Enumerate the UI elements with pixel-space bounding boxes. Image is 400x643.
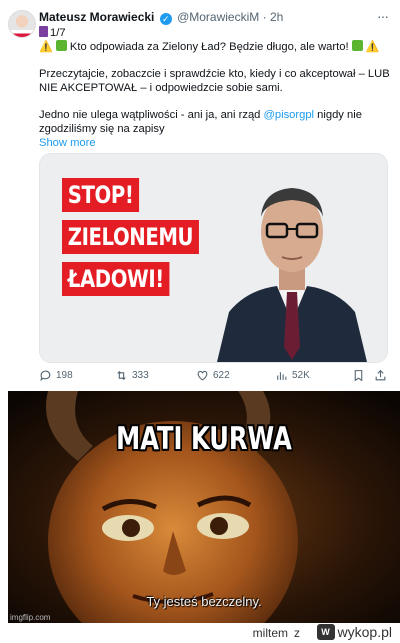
- mention-link[interactable]: @pisorgpl: [264, 109, 315, 121]
- tweet-line-2: ⚠️ Kto odpowiada za Zielony Ład? Będzie …: [39, 40, 391, 54]
- tweet-actions: 198 333 622 52K: [39, 369, 386, 385]
- heart-icon: [197, 370, 208, 381]
- tweet-text: 1/7 ⚠️ Kto odpowiada za Zielony Ład? Będ…: [39, 26, 391, 150]
- views-button[interactable]: 52K: [275, 369, 310, 382]
- show-more-link[interactable]: Show more: [39, 136, 391, 150]
- share-icon: [375, 369, 386, 381]
- wykop-logo[interactable]: W wykop.pl: [316, 624, 392, 640]
- para3-text-a: Jedno nie ulega wątpliwości - ani ja, an…: [39, 109, 264, 121]
- bookmark-icon: [354, 370, 363, 382]
- tweet-paragraph-3: Jedno nie ulega wątpliwości - ani ja, an…: [39, 108, 391, 136]
- bookmark-button[interactable]: [352, 369, 365, 382]
- like-count: 622: [213, 370, 230, 381]
- retweet-count: 333: [132, 370, 149, 381]
- media-text-zielonemu: ZIELONEMU: [62, 220, 199, 254]
- author-handle[interactable]: @MorawieckiM: [177, 10, 259, 24]
- more-options-icon[interactable]: ···: [377, 8, 389, 24]
- meme-subtitle: Ty jesteś bezczelny.: [146, 594, 262, 609]
- like-button[interactable]: 622: [196, 369, 230, 382]
- meme-image: MATI KURWA Ty jesteś bezczelny. imgflip.…: [8, 391, 400, 623]
- share-button[interactable]: [374, 369, 387, 382]
- footer-username[interactable]: miltem: [253, 626, 288, 640]
- retweet-button[interactable]: 333: [115, 369, 149, 382]
- portrait-illustration: [217, 188, 367, 362]
- reply-button[interactable]: 198: [39, 369, 73, 382]
- book-emoji-icon: [39, 26, 48, 37]
- views-count: 52K: [292, 370, 310, 381]
- avatar[interactable]: [8, 10, 36, 38]
- footer-from-label: z: [294, 626, 300, 640]
- tweet-line-1: 1/7: [39, 26, 391, 40]
- reply-icon: [40, 370, 51, 382]
- footer-bar: miltem z W wykop.pl: [0, 623, 400, 643]
- media-text-ladowi: ŁADOWI!: [62, 262, 170, 296]
- wykop-logo-text: wykop.pl: [337, 624, 392, 640]
- tweet-card: Mateusz Morawiecki ✓ @MorawieckiM · 2h ·…: [0, 0, 400, 387]
- verified-badge-icon: ✓: [159, 13, 172, 25]
- green-square-emoji-icon: [351, 40, 363, 51]
- warning-emoji-icon: ⚠️: [39, 41, 53, 53]
- media-text-stop: STOP!: [62, 178, 140, 212]
- separator-dot: ·: [262, 10, 267, 24]
- tweet-headline: Kto odpowiada za Zielony Ład? Będzie dłu…: [69, 41, 349, 53]
- wykop-logo-icon: W: [316, 624, 335, 640]
- tweet-paragraph-2: Przeczytajcie, zobaczcie i sprawdźcie kt…: [39, 68, 390, 94]
- views-chart-icon: [277, 372, 287, 380]
- tweet-media-image[interactable]: STOP! ZIELONEMU ŁADOWI!: [39, 153, 388, 363]
- meme-title: MATI KURWA: [116, 421, 292, 457]
- thread-counter: 1/7: [50, 27, 66, 39]
- imgflip-watermark: imgflip.com: [10, 613, 51, 622]
- green-square-emoji-icon: [55, 40, 67, 51]
- retweet-icon: [117, 370, 126, 381]
- author-name[interactable]: Mateusz Morawiecki: [39, 10, 154, 24]
- tweet-time[interactable]: 2h: [270, 10, 283, 24]
- warning-emoji-icon: ⚠️: [365, 41, 380, 53]
- reply-count: 198: [56, 370, 73, 381]
- tweet-header: Mateusz Morawiecki ✓ @MorawieckiM · 2h: [39, 10, 380, 26]
